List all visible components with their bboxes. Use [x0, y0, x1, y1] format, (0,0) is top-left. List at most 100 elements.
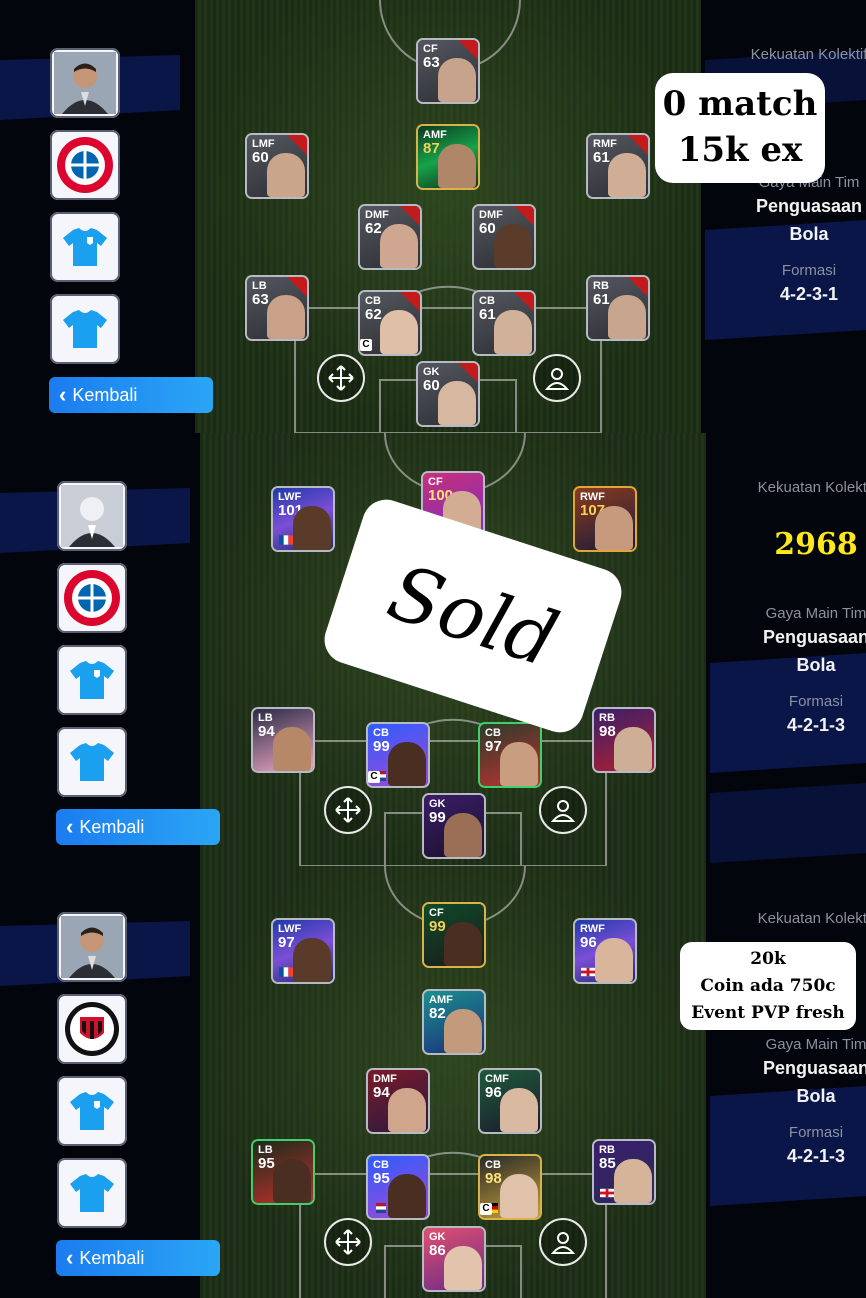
- player-card[interactable]: GK 86: [424, 1228, 484, 1290]
- player-card[interactable]: RB 61: [588, 277, 648, 339]
- player-rating: 61: [479, 306, 496, 323]
- player-card[interactable]: LB 95: [253, 1141, 313, 1203]
- captain-badge: C: [368, 771, 380, 783]
- player-rating: 61: [593, 149, 610, 166]
- away-kit-button[interactable]: [57, 1158, 127, 1228]
- captain-badge: C: [360, 339, 372, 351]
- power-value: 2968: [774, 527, 858, 562]
- player-card[interactable]: LWF 101: [273, 488, 333, 550]
- player-card[interactable]: CB 95: [368, 1156, 428, 1218]
- price-note: 20k Coin ada 750c Event PVP fresh: [680, 942, 856, 1030]
- home-kit-icon: [63, 228, 107, 266]
- move-button[interactable]: [324, 1218, 372, 1266]
- note-line: 15k ex: [677, 130, 803, 170]
- player-card[interactable]: CMF 96: [480, 1070, 540, 1132]
- style-value: Penguasaan: [762, 1058, 866, 1078]
- player-select-button[interactable]: [539, 786, 587, 834]
- player-card[interactable]: LB 94: [253, 709, 313, 771]
- formation-label: Formasi: [781, 262, 837, 279]
- player-card[interactable]: RWF 107: [575, 488, 635, 550]
- back-button[interactable]: ‹ Kembali: [56, 809, 220, 845]
- player-rating: 98: [599, 723, 616, 740]
- player-icon: [550, 800, 576, 822]
- player-rating: 63: [423, 54, 440, 71]
- player-card[interactable]: RMF 61: [588, 135, 648, 197]
- player-card[interactable]: CF 63: [418, 40, 478, 102]
- player-rating: 61: [593, 291, 610, 308]
- home-kit-button[interactable]: [50, 212, 120, 282]
- move-icon: [328, 365, 354, 391]
- player-rating: 95: [258, 1155, 275, 1172]
- player-card[interactable]: DMF 60: [474, 206, 534, 268]
- back-button[interactable]: ‹ Kembali: [56, 1240, 220, 1276]
- player-card[interactable]: DMF 62: [360, 206, 420, 268]
- player-card[interactable]: GK 99: [424, 795, 484, 857]
- formation-label: Formasi: [788, 1124, 844, 1141]
- player-card[interactable]: LWF 97: [273, 920, 333, 982]
- formation-value: 4-2-1-3: [786, 1146, 846, 1166]
- back-button[interactable]: ‹ Kembali: [49, 377, 213, 413]
- style-value-2: Bola: [796, 1086, 836, 1106]
- move-button[interactable]: [317, 354, 365, 402]
- back-button-label: Kembali: [79, 816, 145, 837]
- player-icon: [544, 368, 570, 390]
- player-card[interactable]: CF 99: [424, 904, 484, 966]
- away-kit-button[interactable]: [57, 727, 127, 797]
- manager-avatar-icon: [61, 485, 123, 547]
- away-kit-button[interactable]: [50, 294, 120, 364]
- style-value-2: Bola: [796, 655, 836, 675]
- manager-button[interactable]: [50, 48, 120, 118]
- style-value: Penguasaan: [762, 627, 866, 647]
- power-label: Kekuatan Kolektif: [757, 479, 866, 496]
- manager-button[interactable]: [57, 481, 127, 551]
- note-line: Event PVP fresh: [691, 1003, 845, 1023]
- team-sidebar: ‹ Kembali: [0, 0, 213, 433]
- formation-value: 4-2-3-1: [779, 284, 839, 304]
- manager-avatar-icon: [54, 52, 116, 114]
- player-rating: 94: [258, 723, 275, 740]
- manager-avatar-icon: [61, 916, 123, 978]
- player-select-button[interactable]: [533, 354, 581, 402]
- player-card[interactable]: AMF 82: [424, 991, 484, 1053]
- style-label: Gaya Main Tim: [765, 605, 866, 622]
- move-icon: [335, 1229, 361, 1255]
- home-kit-button[interactable]: [57, 1076, 127, 1146]
- player-rating: 96: [580, 934, 597, 951]
- club-badge-button[interactable]: [50, 130, 120, 200]
- player-rating: 86: [429, 1242, 446, 1259]
- style-value-2: Bola: [789, 224, 829, 244]
- player-rating: 60: [423, 377, 440, 394]
- player-card[interactable]: AMF 87: [418, 126, 478, 188]
- club-badge-button[interactable]: [57, 563, 127, 633]
- player-card[interactable]: DMF 94: [368, 1070, 428, 1132]
- player-rating: 97: [485, 738, 502, 755]
- player-card[interactable]: GK 60: [418, 363, 478, 425]
- style-value: Penguasaan: [755, 196, 863, 216]
- move-icon: [335, 797, 361, 823]
- player-card[interactable]: RB 98: [594, 709, 654, 771]
- captain-badge: C: [480, 1203, 492, 1215]
- player-card[interactable]: RWF 96: [575, 920, 635, 982]
- player-card[interactable]: CB 97: [480, 724, 540, 786]
- away-kit-icon: [63, 310, 107, 348]
- away-kit-icon: [70, 1174, 114, 1212]
- player-card[interactable]: CB 61: [474, 292, 534, 354]
- squad-panel-3: ‹ Kembali LWF 97 CF 99 RWF 96 AMF 82 DMF 94 C…: [0, 866, 866, 1298]
- club-badge-button[interactable]: [57, 994, 127, 1064]
- style-label: Gaya Main Tim: [765, 1036, 866, 1053]
- manager-button[interactable]: [57, 912, 127, 982]
- player-rating: 85: [599, 1155, 616, 1172]
- player-card[interactable]: RB 85: [594, 1141, 654, 1203]
- power-label: Kekuatan Kolektif: [757, 910, 866, 927]
- away-kit-icon: [70, 743, 114, 781]
- player-rating: 96: [485, 1084, 502, 1101]
- player-card[interactable]: LMF 60: [247, 135, 307, 197]
- player-rating: 60: [479, 220, 496, 237]
- move-button[interactable]: [324, 786, 372, 834]
- home-kit-button[interactable]: [57, 645, 127, 715]
- player-card[interactable]: LB 63: [247, 277, 307, 339]
- player-rating: 95: [373, 1170, 390, 1187]
- note-line: 0 match: [662, 84, 818, 124]
- player-select-button[interactable]: [539, 1218, 587, 1266]
- team-info: Kekuatan Kolektif Gaya Main Tim Penguasa…: [724, 0, 866, 433]
